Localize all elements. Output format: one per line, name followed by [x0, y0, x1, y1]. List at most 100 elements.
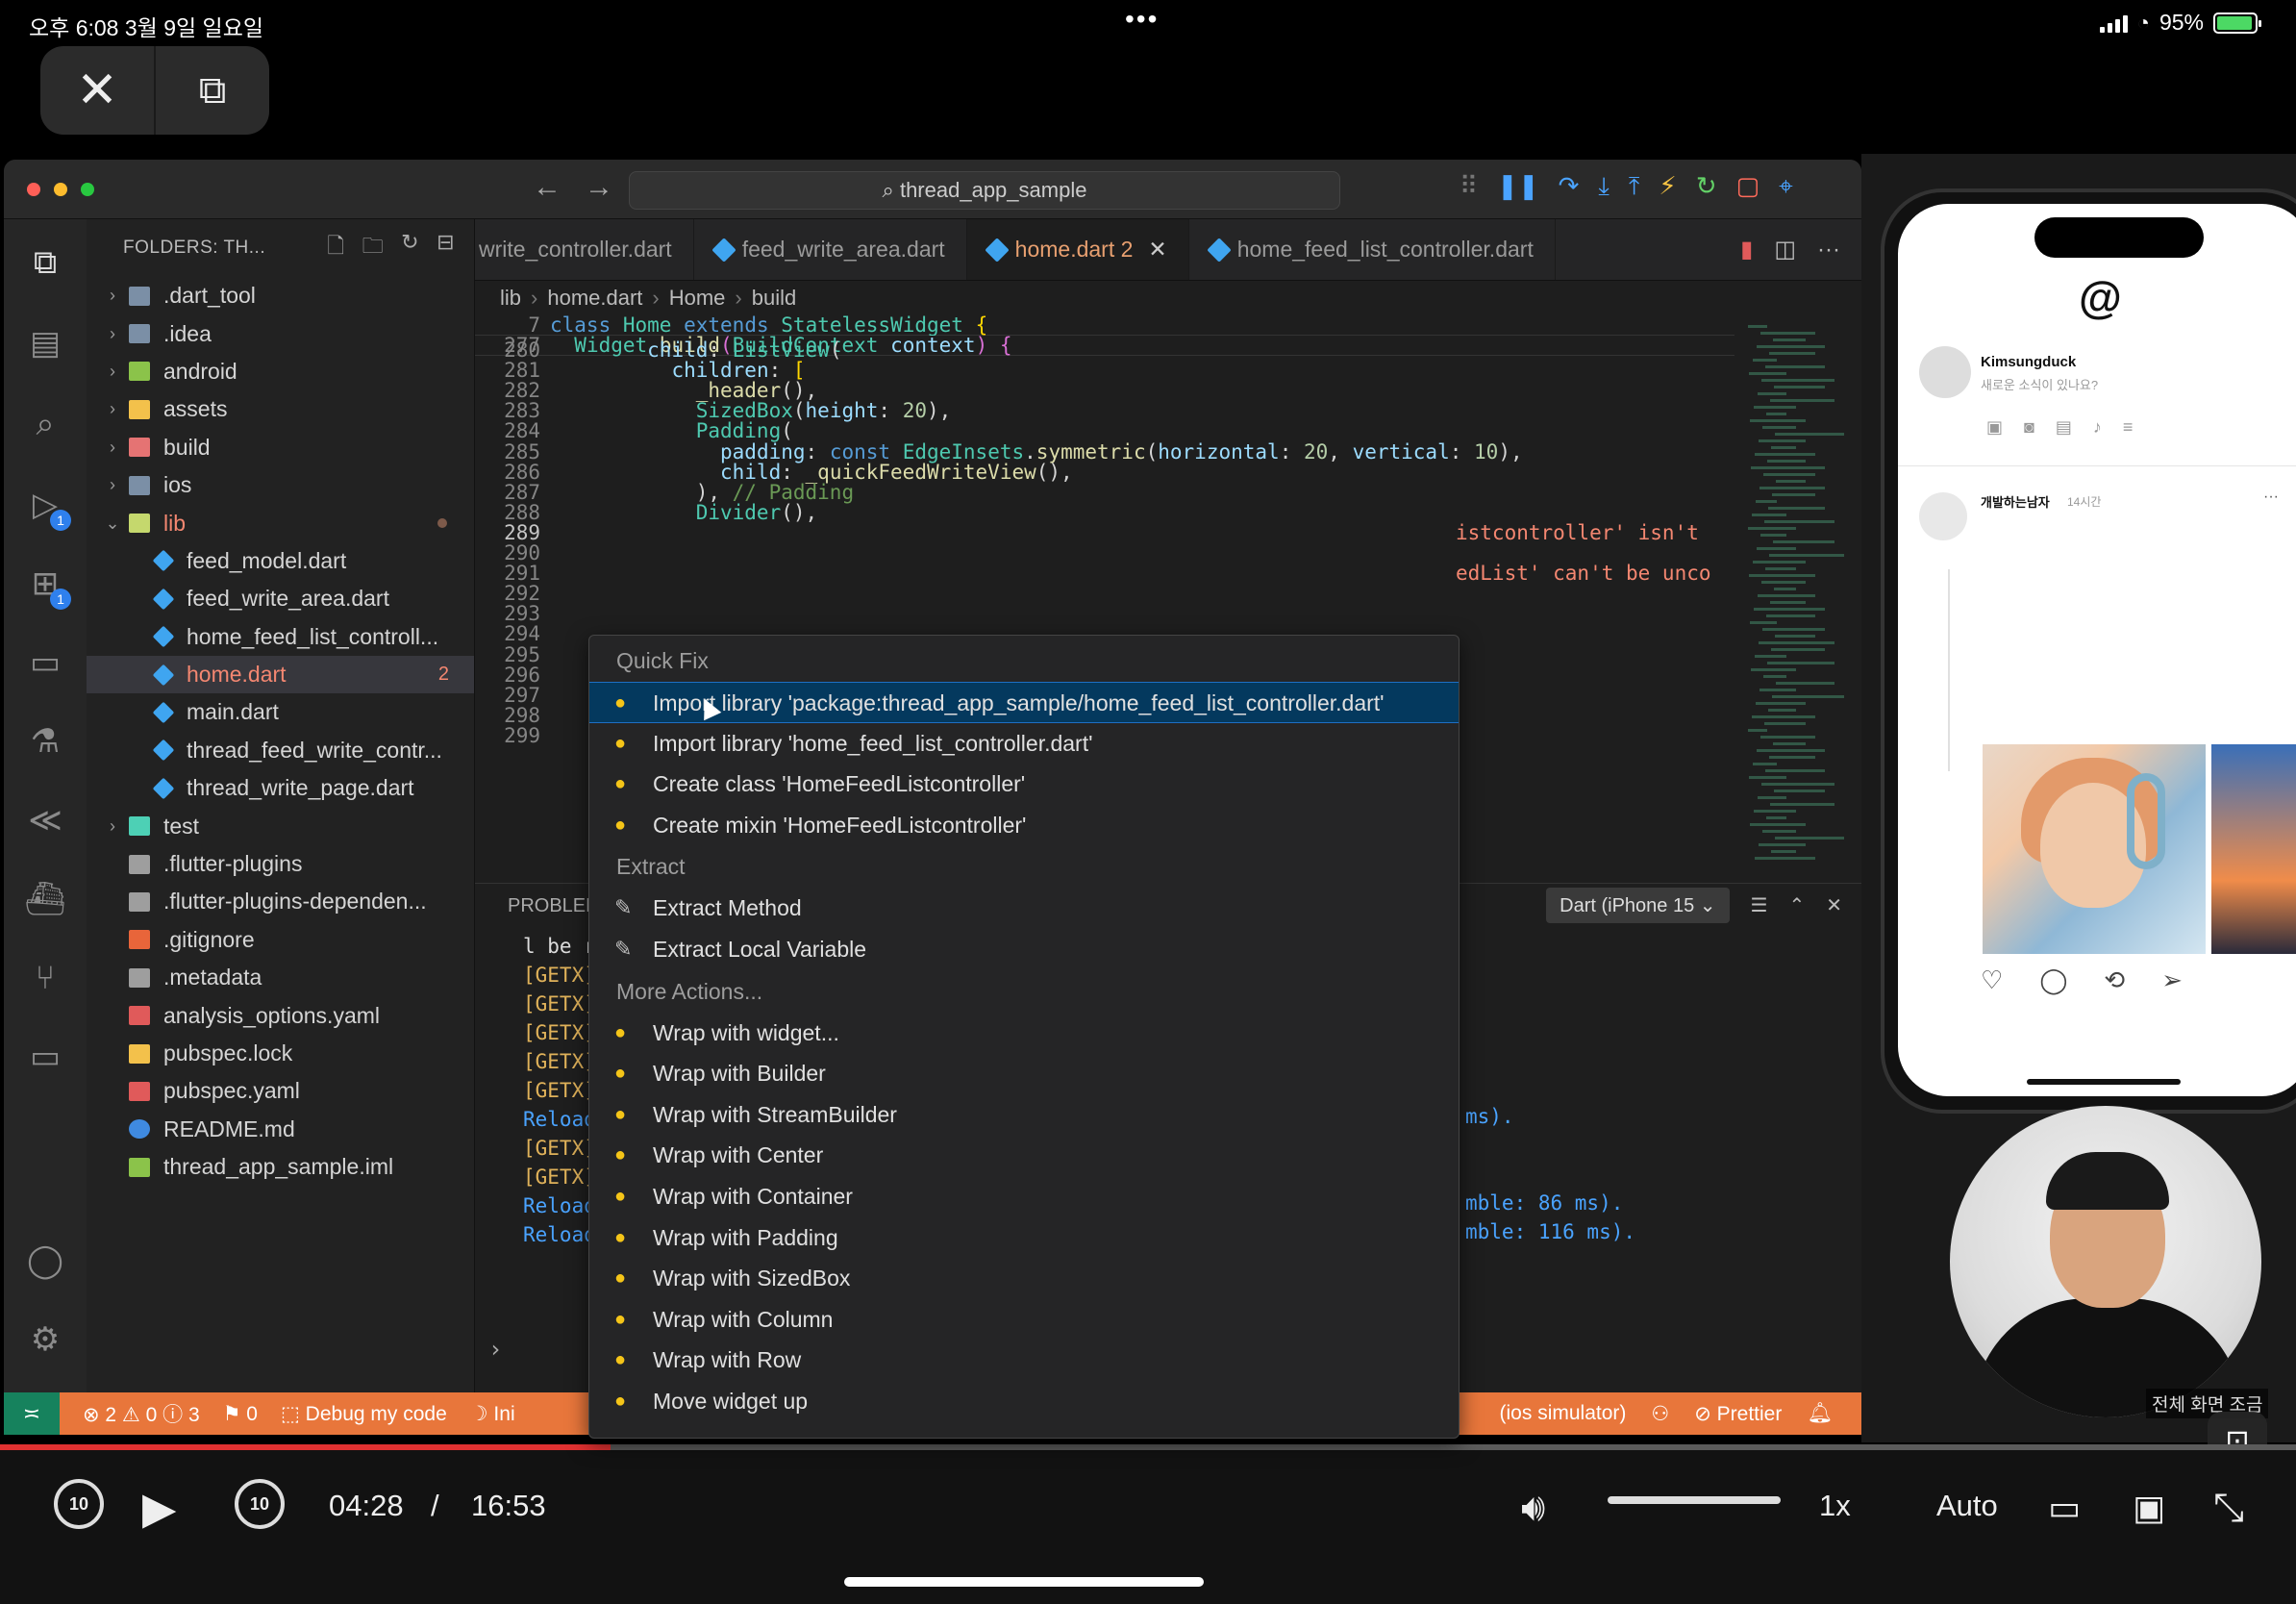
close-tab-icon[interactable]: ✕ — [1148, 237, 1166, 263]
tree-item[interactable]: › .dart_tool — [87, 277, 474, 314]
post-image-anime-girl[interactable] — [1983, 744, 2206, 954]
tree-item[interactable]: thread_write_page.dart — [87, 769, 474, 807]
remote-indicator[interactable]: ≍ — [4, 1392, 60, 1435]
extensions-icon[interactable]: ⊞ 1 — [23, 562, 71, 610]
more-actions-icon[interactable]: ··· — [1817, 237, 1840, 263]
post-more-icon[interactable]: ··· — [2263, 489, 2279, 506]
editor-tab[interactable]: feed_write_area.dart — [694, 219, 967, 280]
flutter-icon[interactable]: ≪ — [23, 798, 67, 842]
post-username[interactable]: 개발하는남자 — [1981, 492, 2050, 511]
code-line[interactable]: 288 Divider(), — [475, 502, 1734, 523]
compose-prompt[interactable]: 새로운 소식이 있나요? — [1981, 375, 2098, 393]
tree-item[interactable]: › assets — [87, 390, 474, 428]
tree-item[interactable]: feed_model.dart — [87, 542, 474, 580]
code-line[interactable]: 282 _header(), — [475, 381, 1734, 401]
device-selector[interactable]: (ios simulator) — [1500, 1402, 1627, 1426]
code-line[interactable]: 285 padding: const EdgeInsets.symmetric(… — [475, 441, 1734, 463]
menu-item[interactable]: ● Wrap with Center — [589, 1135, 1459, 1176]
run-debug-icon[interactable]: ▷ 1 — [23, 483, 71, 531]
tree-item[interactable]: thread_app_sample.iml — [87, 1148, 474, 1186]
back-arrow-icon[interactable]: ← — [533, 171, 562, 204]
pdf-icon[interactable]: ▮ — [1740, 236, 1753, 263]
menu-item[interactable]: ● Wrap with Column — [589, 1299, 1459, 1341]
gallery-icon[interactable]: ▣ — [1986, 417, 2003, 438]
tree-item[interactable]: .gitignore — [87, 921, 474, 959]
mic-icon[interactable]: ♪ — [2093, 417, 2102, 438]
tree-item[interactable]: home_feed_list_controll... — [87, 618, 474, 656]
drag-handle-icon[interactable]: ⠿ — [1460, 171, 1478, 202]
menu-item[interactable]: ● Wrap with StreamBuilder — [589, 1094, 1459, 1136]
skip-back-10-button[interactable]: 10 — [54, 1479, 104, 1529]
prettier-status[interactable]: ⊘ Prettier — [1694, 1402, 1782, 1426]
code-line[interactable]: 290 — [475, 543, 1734, 564]
code-line[interactable]: 291 edList' can't be unco — [475, 564, 1734, 584]
volume-slider[interactable] — [1608, 1496, 1781, 1504]
search-icon[interactable]: ⌕ — [23, 402, 67, 446]
tree-item[interactable]: › build — [87, 429, 474, 466]
avatar[interactable] — [1919, 346, 1971, 398]
breadcrumb-item[interactable]: Home — [669, 286, 726, 311]
collapse-all-icon[interactable]: ⊟ — [437, 230, 455, 266]
tree-item[interactable]: › test — [87, 807, 474, 844]
tree-item[interactable]: home.dart 2 — [87, 655, 474, 694]
editor-tab[interactable]: home_feed_list_controller.dart — [1189, 219, 1556, 280]
refresh-icon[interactable]: ↻ — [401, 230, 419, 266]
code-line[interactable]: 283 SizedBox(height: 20), — [475, 401, 1734, 421]
code-line[interactable]: 284 Padding( — [475, 421, 1734, 441]
split-editor-icon[interactable]: ◫ — [1774, 236, 1796, 263]
breadcrumb-item[interactable]: lib — [500, 286, 521, 311]
camera-icon[interactable]: ◙ — [2024, 417, 2034, 438]
minimize-window-button[interactable] — [54, 183, 67, 196]
hot-reload-icon[interactable]: ⚡ — [1659, 171, 1676, 202]
code-line[interactable]: 292 — [475, 584, 1734, 604]
explorer-icon[interactable]: ⧉ — [23, 240, 67, 285]
code-line[interactable]: 7 class Home extends StatelessWidget { — [475, 315, 1734, 336]
captions-icon[interactable]: ▭ — [2048, 1479, 2081, 1537]
tree-item[interactable]: README.md — [87, 1111, 474, 1148]
menu-item[interactable]: ● Wrap with Container — [589, 1176, 1459, 1217]
tree-item[interactable]: analysis_options.yaml — [87, 996, 474, 1034]
source-control-icon[interactable]: ⑂ — [23, 956, 67, 1000]
repost-icon[interactable]: ⟲ — [2104, 965, 2125, 995]
notifications-bell-icon[interactable]: 🔔︎ — [1807, 1402, 1833, 1426]
playback-speed[interactable]: 1x — [1819, 1489, 1851, 1523]
testing-icon[interactable]: ⚗ — [23, 719, 67, 764]
code-line[interactable]: 280 child: ListView( — [475, 340, 1734, 361]
volume-icon[interactable]: 🔊︎ — [1521, 1479, 1545, 1537]
menu-item[interactable]: ● Move widget up — [589, 1381, 1459, 1422]
remote-explorer-icon[interactable]: ▭ — [23, 640, 67, 685]
close-window-button[interactable] — [27, 183, 40, 196]
tree-item[interactable]: › android — [87, 353, 474, 390]
menu-item[interactable]: ● Create class 'HomeFeedListcontroller' — [589, 764, 1459, 805]
status-ini[interactable]: ☽ Ini — [470, 1402, 515, 1426]
menu-item[interactable]: ● Wrap with Row — [589, 1340, 1459, 1381]
menu-item[interactable]: ● Import library 'home_feed_list_controll… — [589, 723, 1459, 764]
code-line[interactable]: 286 child: _quickFeedWriteView(), — [475, 462, 1734, 483]
tree-item[interactable]: .metadata — [87, 959, 474, 996]
console-prompt[interactable]: › — [488, 1336, 502, 1363]
multitask-dots[interactable]: ••• — [1125, 4, 1159, 35]
menu-item[interactable]: ✎ Extract Local Variable — [589, 929, 1459, 970]
send-icon[interactable]: ➢ — [2161, 965, 2183, 995]
maximize-panel-icon[interactable]: ⌃ — [1788, 893, 1805, 917]
tree-item[interactable]: .flutter-plugins — [87, 845, 474, 883]
tree-item[interactable]: ⌄ lib — [87, 504, 474, 541]
heart-icon[interactable]: ♡ — [1981, 965, 2003, 995]
debug-config[interactable]: ⬚ Debug my code — [281, 1402, 447, 1426]
problems-counts[interactable]: ⊗ 2 ⚠ 0 ⓘ 3 — [83, 1399, 200, 1428]
maximize-window-button[interactable] — [81, 183, 94, 196]
close-video-button[interactable]: ✕ — [40, 46, 154, 135]
breadcrumb-item[interactable]: home.dart — [547, 286, 642, 311]
step-into-icon[interactable]: ⤓ — [1598, 171, 1610, 202]
tree-item[interactable]: › ios — [87, 466, 474, 504]
menu-item[interactable]: ● Wrap with Builder — [589, 1053, 1459, 1094]
tree-item[interactable]: main.dart — [87, 693, 474, 731]
play-button[interactable]: ▶ — [142, 1479, 176, 1537]
step-over-icon[interactable]: ↷ — [1559, 171, 1580, 202]
book-icon[interactable]: ▤ — [23, 321, 67, 365]
menu-item[interactable]: ● Import library 'package:thread_app_samp… — [589, 682, 1459, 723]
clear-output-icon[interactable]: ☰ — [1751, 893, 1768, 917]
tree-item[interactable]: feed_write_area.dart — [87, 580, 474, 617]
skip-forward-10-button[interactable]: 10 — [235, 1479, 285, 1529]
breadcrumb-item[interactable]: build — [752, 286, 796, 311]
